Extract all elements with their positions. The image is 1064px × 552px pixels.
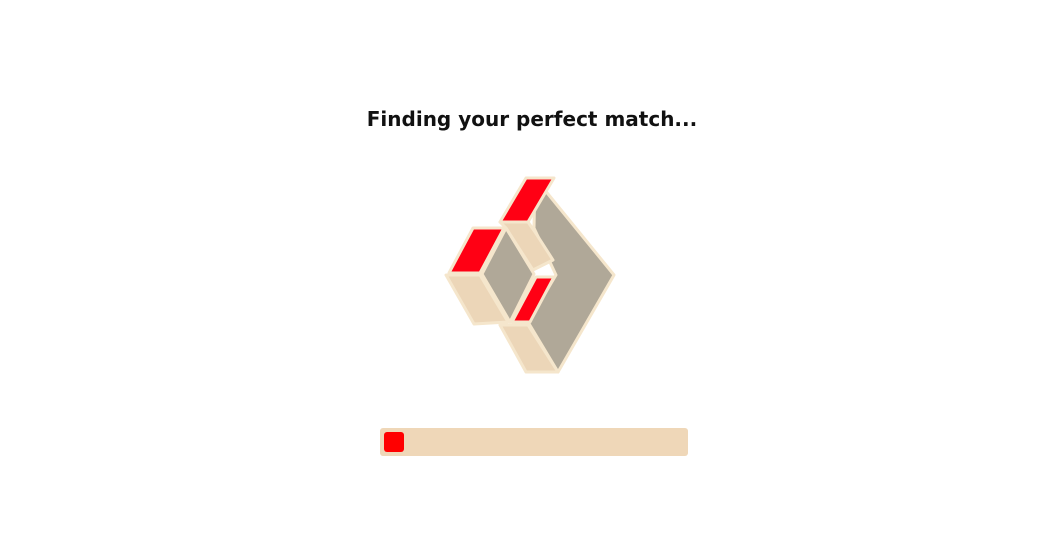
progress-bar-track <box>380 428 688 456</box>
loading-screen: Finding your perfect match... <box>0 0 1064 552</box>
isometric-cube-logo-icon <box>444 176 616 374</box>
progress-bar-fill <box>384 432 404 452</box>
loading-title: Finding your perfect match... <box>366 107 698 131</box>
